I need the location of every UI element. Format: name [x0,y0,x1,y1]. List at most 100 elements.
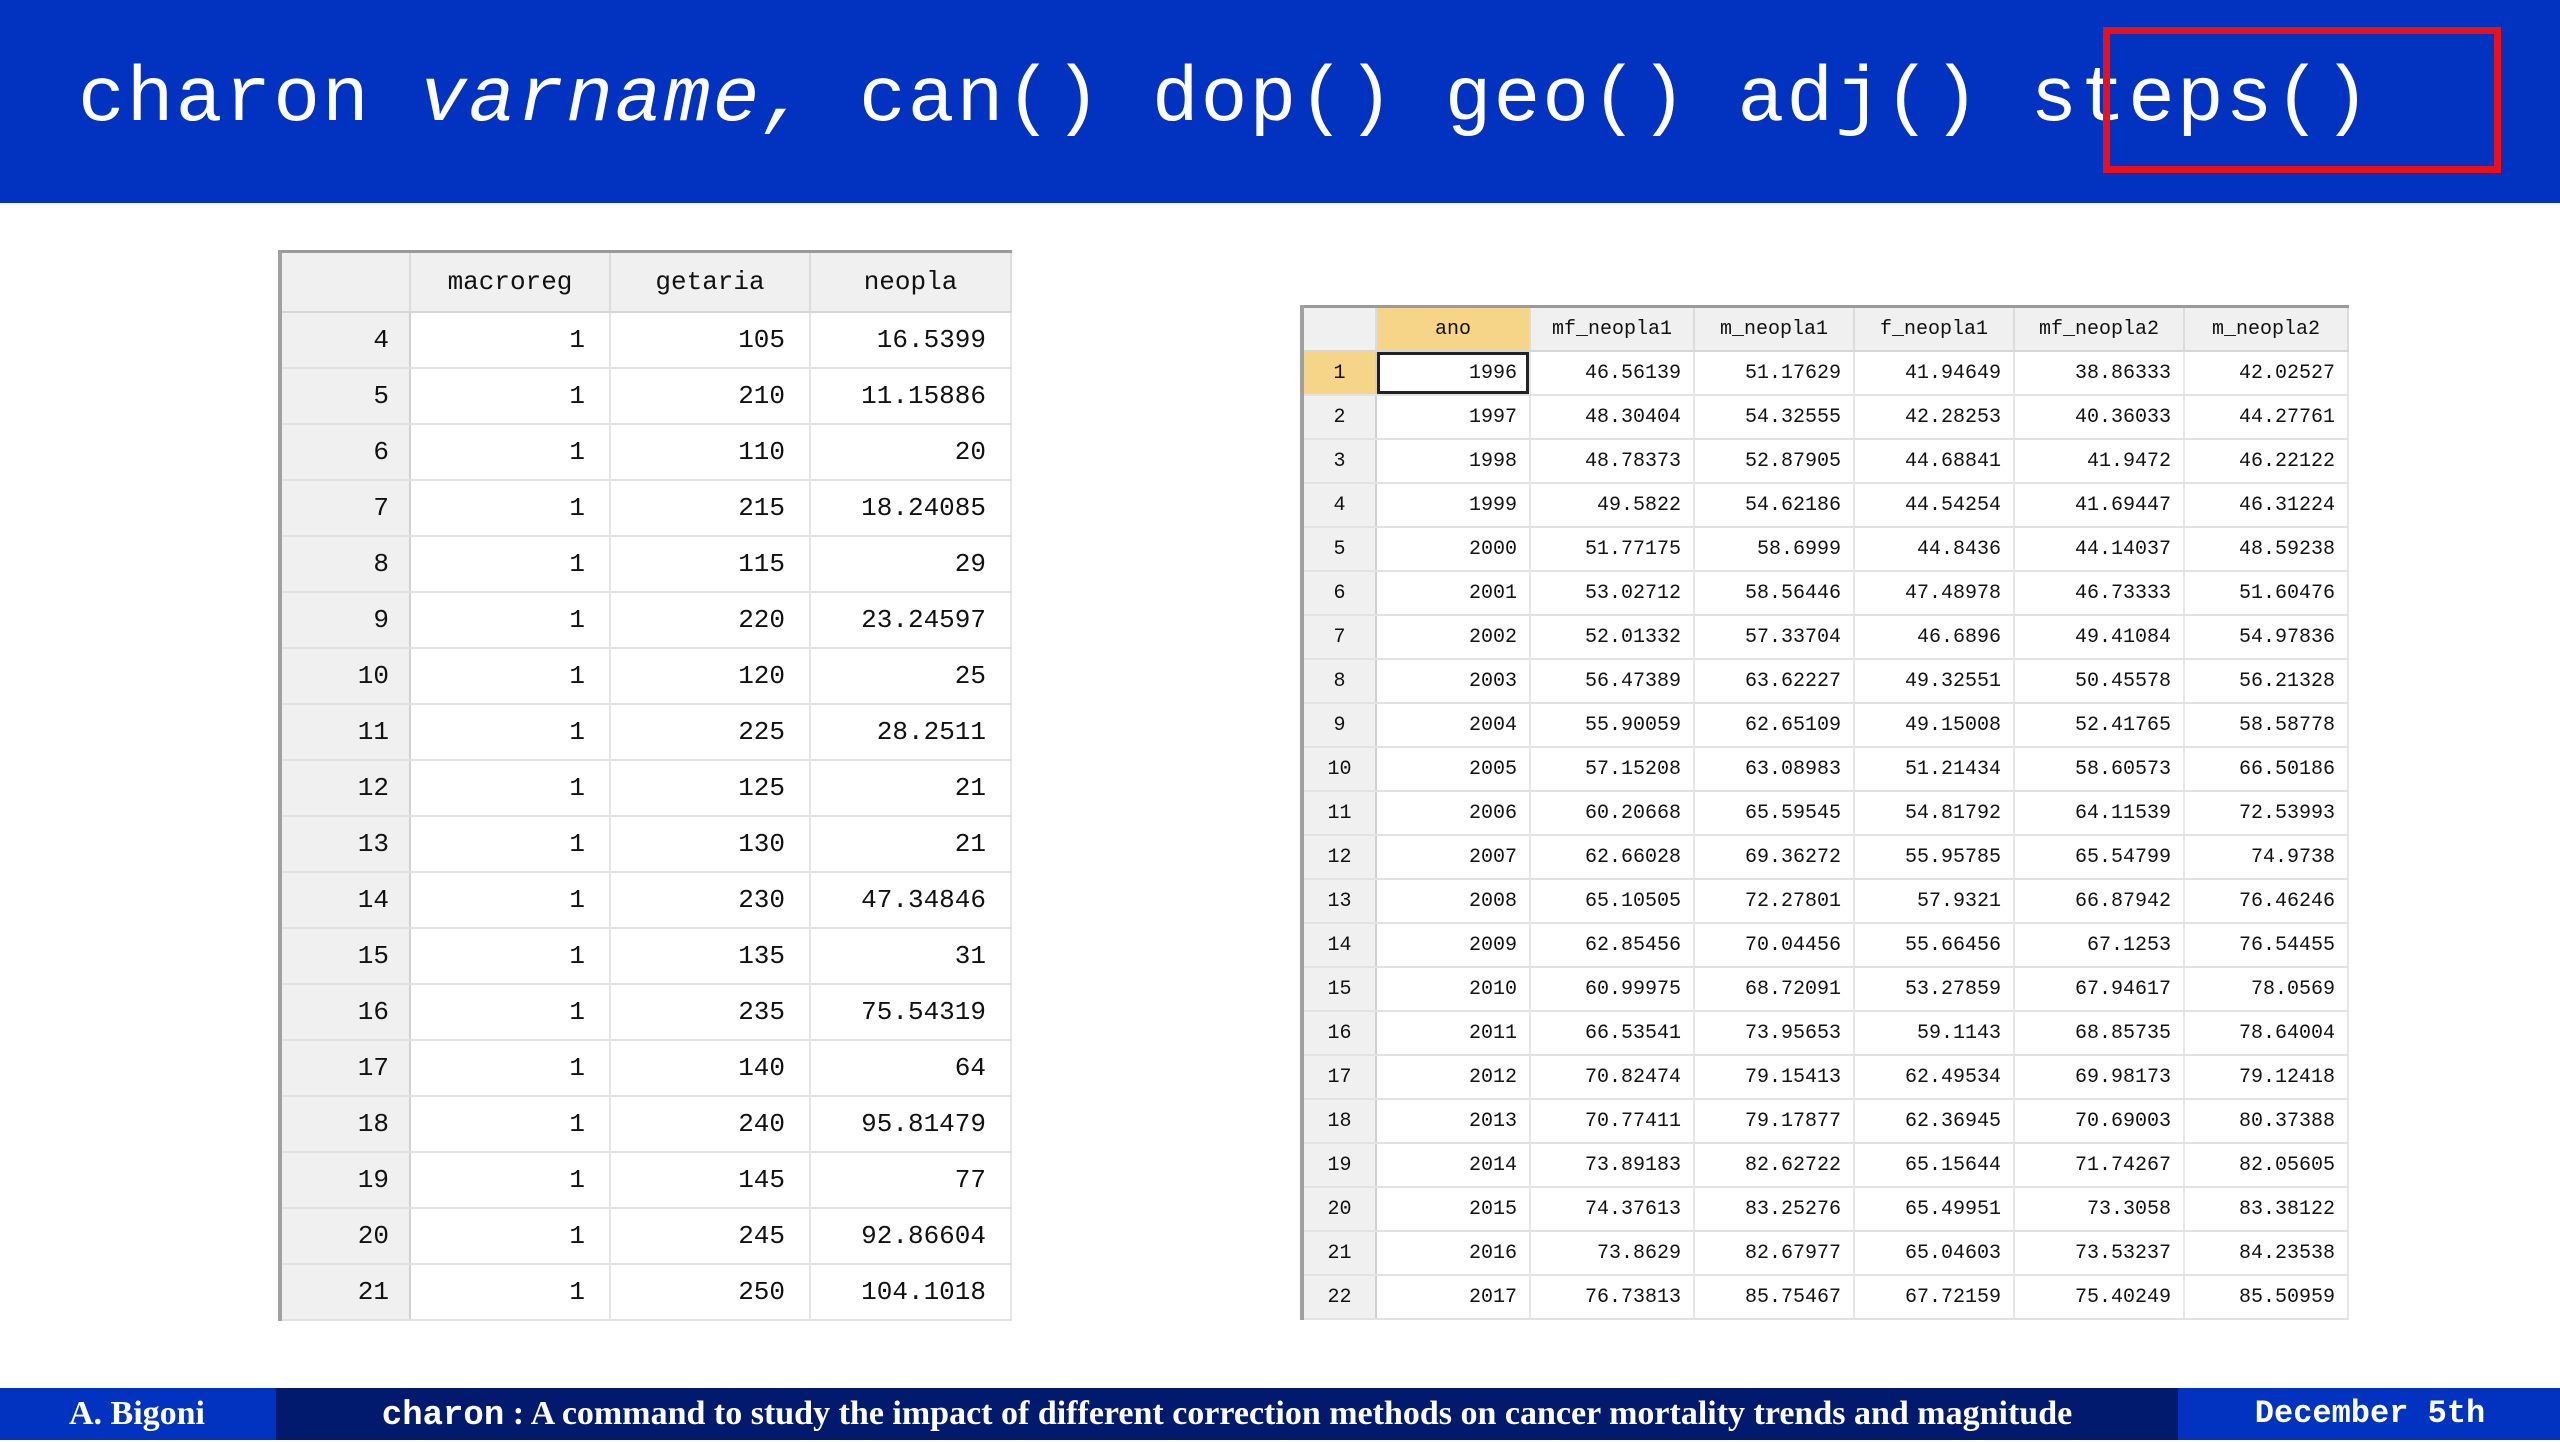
table-cell[interactable]: 65.59545 [1694,791,1855,836]
column-header[interactable]: mf_neopla1 [1530,305,1695,352]
table-cell[interactable]: 85.50959 [2184,1275,2349,1320]
table-cell[interactable]: 57.33704 [1694,615,1855,660]
table-cell[interactable]: 65.10505 [1530,879,1695,924]
table-cell[interactable]: 120 [610,648,811,705]
table-cell[interactable]: 25 [810,648,1012,705]
table-cell[interactable]: 23.24597 [810,592,1012,649]
table-cell[interactable]: 75.40249 [2014,1275,2185,1320]
table-cell[interactable]: 55.90059 [1530,703,1695,748]
table-cell[interactable]: 44.27761 [2184,395,2349,440]
row-number-cell[interactable]: 12 [1300,835,1377,880]
table-cell[interactable]: 38.86333 [2014,351,2185,396]
row-number-cell[interactable]: 8 [278,536,411,593]
table-cell[interactable]: 18.24085 [810,480,1012,537]
row-number-cell[interactable]: 21 [1300,1231,1377,1276]
table-cell[interactable]: 2011 [1376,1011,1531,1056]
table-cell[interactable]: 1 [410,872,611,929]
table-cell[interactable]: 49.41084 [2014,615,2185,660]
table-cell[interactable]: 54.97836 [2184,615,2349,660]
row-number-cell[interactable]: 9 [1300,703,1377,748]
table-cell[interactable]: 64.11539 [2014,791,2185,836]
row-number-cell[interactable]: 11 [1300,791,1377,836]
row-number-cell[interactable]: 9 [278,592,411,649]
table-cell[interactable]: 41.94649 [1854,351,2015,396]
table-cell[interactable]: 70.69003 [2014,1099,2185,1144]
table-cell[interactable]: 1 [410,536,611,593]
row-number-cell[interactable]: 6 [278,424,411,481]
table-cell[interactable]: 82.05605 [2184,1143,2349,1188]
row-number-cell[interactable]: 21 [278,1264,411,1321]
table-cell[interactable]: 73.95653 [1694,1011,1855,1056]
table-cell[interactable]: 66.53541 [1530,1011,1695,1056]
table-cell[interactable]: 69.36272 [1694,835,1855,880]
table-cell[interactable]: 245 [610,1208,811,1265]
column-header[interactable]: macroreg [410,250,611,313]
table-cell[interactable]: 2002 [1376,615,1531,660]
table-cell[interactable]: 46.73333 [2014,571,2185,616]
table-cell[interactable]: 44.54254 [1854,483,2015,528]
table-cell[interactable]: 58.60573 [2014,747,2185,792]
table-cell[interactable]: 20 [810,424,1012,481]
table-cell[interactable]: 2017 [1376,1275,1531,1320]
table-cell[interactable]: 70.77411 [1530,1099,1695,1144]
row-number-cell[interactable]: 15 [1300,967,1377,1012]
table-cell[interactable]: 52.41765 [2014,703,2185,748]
table-cell[interactable]: 225 [610,704,811,761]
table-cell[interactable]: 77 [810,1152,1012,1209]
table-cell[interactable]: 62.85456 [1530,923,1695,968]
table-cell[interactable]: 60.20668 [1530,791,1695,836]
table-cell[interactable]: 2008 [1376,879,1531,924]
table-cell[interactable]: 62.36945 [1854,1099,2015,1144]
row-number-cell[interactable]: 10 [278,648,411,705]
table-cell[interactable]: 28.2511 [810,704,1012,761]
row-number-cell[interactable]: 1 [1300,351,1377,396]
table-cell[interactable]: 78.64004 [2184,1011,2349,1056]
table-cell[interactable]: 52.01332 [1530,615,1695,660]
table-cell[interactable]: 2005 [1376,747,1531,792]
table-cell[interactable]: 50.45578 [2014,659,2185,704]
table-cell[interactable]: 57.15208 [1530,747,1695,792]
table-cell[interactable]: 210 [610,368,811,425]
table-cell[interactable]: 130 [610,816,811,873]
row-number-cell[interactable]: 18 [1300,1099,1377,1144]
row-number-cell[interactable]: 14 [1300,923,1377,968]
table-cell[interactable]: 44.8436 [1854,527,2015,572]
table-cell[interactable]: 1 [410,1208,611,1265]
table-cell[interactable]: 31 [810,928,1012,985]
table-cell[interactable]: 135 [610,928,811,985]
table-cell[interactable]: 1 [410,1040,611,1097]
row-number-cell[interactable]: 12 [278,760,411,817]
table-cell[interactable]: 230 [610,872,811,929]
table-cell[interactable]: 21 [810,816,1012,873]
table-cell[interactable]: 48.59238 [2184,527,2349,572]
table-cell[interactable]: 41.69447 [2014,483,2185,528]
table-cell[interactable]: 104.1018 [810,1264,1012,1321]
table-cell[interactable]: 59.1143 [1854,1011,2015,1056]
table-cell[interactable]: 55.66456 [1854,923,2015,968]
row-number-cell[interactable]: 16 [1300,1011,1377,1056]
table-cell[interactable]: 215 [610,480,811,537]
table-cell[interactable]: 51.60476 [2184,571,2349,616]
table-cell[interactable]: 80.37388 [2184,1099,2349,1144]
table-cell[interactable]: 48.78373 [1530,439,1695,484]
table-cell[interactable]: 67.94617 [2014,967,2185,1012]
column-header[interactable]: getaria [610,250,811,313]
table-cell[interactable]: 1 [410,592,611,649]
row-number-cell[interactable]: 8 [1300,659,1377,704]
row-number-cell[interactable]: 5 [278,368,411,425]
table-cell[interactable]: 67.72159 [1854,1275,2015,1320]
column-header[interactable]: m_neopla1 [1694,305,1855,352]
table-cell[interactable]: 1998 [1376,439,1531,484]
table-cell[interactable]: 68.85735 [2014,1011,2185,1056]
table-cell[interactable]: 54.62186 [1694,483,1855,528]
table-cell[interactable]: 76.46246 [2184,879,2349,924]
column-header[interactable]: m_neopla2 [2184,305,2349,352]
table-cell[interactable]: 46.31224 [2184,483,2349,528]
table-cell[interactable]: 42.02527 [2184,351,2349,396]
table-cell[interactable]: 220 [610,592,811,649]
table-cell[interactable]: 65.04603 [1854,1231,2015,1276]
table-cell[interactable]: 44.68841 [1854,439,2015,484]
table-cell[interactable]: 1 [410,760,611,817]
table-cell[interactable]: 2014 [1376,1143,1531,1188]
table-cell[interactable]: 1 [410,1096,611,1153]
